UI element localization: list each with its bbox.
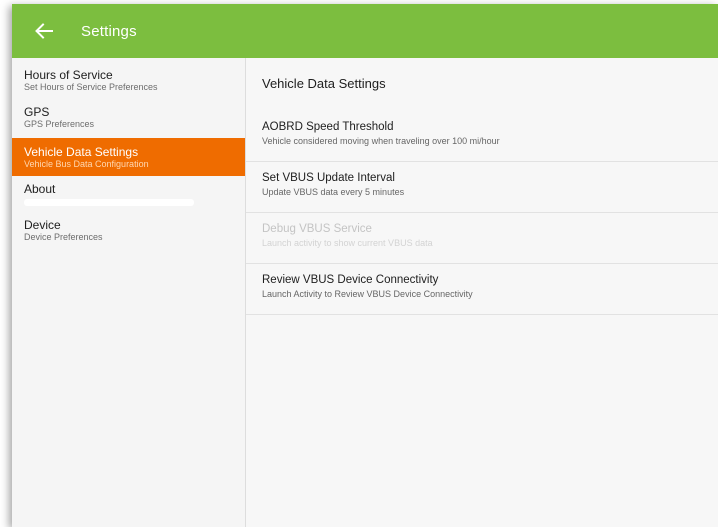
pref-title: AOBRD Speed Threshold <box>262 121 394 133</box>
pref-debug-vbus-service: Debug VBUS Service Launch activity to sh… <box>246 213 718 264</box>
pref-title: Debug VBUS Service <box>262 223 372 235</box>
sidebar-item-subtitle: Set Hours of Service Preferences <box>24 82 158 92</box>
pref-title: Set VBUS Update Interval <box>262 172 395 184</box>
app-bar: Settings <box>12 4 718 58</box>
sidebar-item-subtitle: GPS Preferences <box>24 119 95 129</box>
app-window: Settings Hours of Service Set Hours of S… <box>12 4 718 527</box>
sidebar-item-device[interactable]: Device Device Preferences <box>12 218 245 248</box>
sidebar-item-hours-of-service[interactable]: Hours of Service Set Hours of Service Pr… <box>12 68 245 98</box>
sidebar-item-title: About <box>24 182 56 196</box>
sidebar-item-title: Device <box>24 218 61 232</box>
pref-subtitle: Launch Activity to Review VBUS Device Co… <box>262 289 473 299</box>
pref-review-vbus-connectivity[interactable]: Review VBUS Device Connectivity Launch A… <box>246 264 718 315</box>
pref-vbus-update-interval[interactable]: Set VBUS Update Interval Update VBUS dat… <box>246 162 718 213</box>
pref-aobrd-speed-threshold[interactable]: AOBRD Speed Threshold Vehicle considered… <box>246 111 718 162</box>
sidebar-item-title: GPS <box>24 105 50 119</box>
pref-subtitle: Vehicle considered moving when traveling… <box>262 136 500 146</box>
sidebar-item-vehicle-data-settings[interactable]: Vehicle Data Settings Vehicle Bus Data C… <box>12 138 245 176</box>
app-title: Settings <box>81 22 137 40</box>
settings-content: Vehicle Data Settings AOBRD Speed Thresh… <box>246 58 718 527</box>
pref-title: Review VBUS Device Connectivity <box>262 274 439 286</box>
pref-subtitle: Launch activity to show current VBUS dat… <box>262 238 433 248</box>
pref-subtitle: Update VBUS data every 5 minutes <box>262 187 405 197</box>
sidebar-item-title: Vehicle Data Settings <box>24 145 139 159</box>
sidebar-item-title: Hours of Service <box>24 68 113 82</box>
content-header: Vehicle Data Settings <box>262 76 386 91</box>
sidebar-item-gps[interactable]: GPS GPS Preferences <box>12 105 245 135</box>
arrow-left-icon[interactable] <box>32 19 56 43</box>
sidebar-item-about[interactable]: About <box>12 182 245 212</box>
sidebar-item-subtitle: Vehicle Bus Data Configuration <box>24 159 149 169</box>
about-placeholder-bar <box>24 199 194 206</box>
settings-sidebar: Hours of Service Set Hours of Service Pr… <box>12 58 246 527</box>
sidebar-item-subtitle: Device Preferences <box>24 232 103 242</box>
